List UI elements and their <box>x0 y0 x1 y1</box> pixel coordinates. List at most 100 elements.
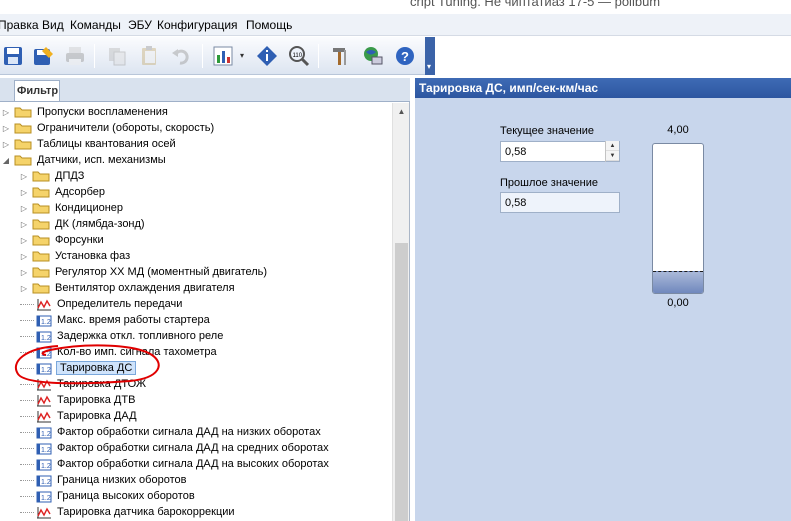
folder-icon <box>32 283 50 294</box>
diamond-info-icon[interactable] <box>254 43 280 69</box>
search-zoom-icon[interactable]: 110 <box>286 43 312 69</box>
folder-icon <box>32 235 50 246</box>
expand-arrow-icon[interactable]: ▷ <box>20 284 28 293</box>
tools-icon[interactable] <box>328 43 354 69</box>
value-table-icon: 1.2 <box>36 491 52 502</box>
previous-value-text: 0,58 <box>505 197 527 209</box>
toolbar: ▾ 110 ? ▾ <box>0 37 435 75</box>
tree-item[interactable]: Тарировка ДТОЖ <box>20 376 147 392</box>
tree-item[interactable]: 1.2 Тарировка ДС <box>20 360 137 376</box>
tree-item-label: Ограничители (обороты, скорость) <box>37 122 215 134</box>
tree-item[interactable]: 1.2 Граница низких оборотов <box>20 472 187 488</box>
collapse-arrow-icon[interactable]: ◢ <box>2 156 10 165</box>
tree-folder[interactable]: ▷ ДПДЗ <box>20 168 85 184</box>
tree-item[interactable]: 1.2 Кол-во имп. сигнала тахометра <box>20 344 218 360</box>
menu-ecu[interactable]: ЭБУ <box>128 18 152 32</box>
scroll-thumb[interactable] <box>395 243 408 521</box>
scroll-up-arrow[interactable]: ▲ <box>393 103 410 120</box>
tree-item-label: Задержка откл. топливного реле <box>57 330 224 342</box>
menu-edit[interactable]: Правка <box>0 18 39 32</box>
tree-folder[interactable]: ▷ Кондиционер <box>20 200 124 216</box>
expand-arrow-icon[interactable]: ▷ <box>2 124 10 133</box>
toolbar-overflow-button[interactable]: ▾ <box>425 37 435 75</box>
copy-icon[interactable] <box>104 43 130 69</box>
tree-item-label: Фактор обработки сигнала ДАД на высоких … <box>57 458 329 470</box>
save-as-icon[interactable] <box>30 43 56 69</box>
value-table-icon: 1.2 <box>36 459 52 470</box>
tree-folder[interactable]: ▷ Установка фаз <box>20 248 131 264</box>
tree-folder[interactable]: ▷ Ограничители (обороты, скорость) <box>2 120 215 136</box>
current-value-input[interactable]: 0,58 ▲ ▼ <box>500 141 620 162</box>
expand-arrow-icon[interactable]: ▷ <box>20 252 28 261</box>
tree-item[interactable]: Определитель передачи <box>20 296 183 312</box>
tree-item-label: Фактор обработки сигнала ДАД на низких о… <box>57 426 321 438</box>
tree-item[interactable]: Тарировка ДТВ <box>20 392 136 408</box>
menu-view[interactable]: Вид <box>42 18 64 32</box>
spin-down-icon[interactable]: ▼ <box>606 151 619 161</box>
curve-table-icon <box>37 378 51 390</box>
vertical-scrollbar[interactable]: ▲ <box>392 103 409 521</box>
menu-commands[interactable]: Команды <box>70 18 121 32</box>
spin-up-icon[interactable]: ▲ <box>606 141 619 151</box>
menu-help[interactable]: Помощь <box>246 18 292 32</box>
tree-item[interactable]: 1.2 Граница высоких оборотов <box>20 488 196 504</box>
value-table-icon: 1.2 <box>36 475 52 486</box>
help-icon[interactable]: ? <box>392 43 418 69</box>
tree-folder[interactable]: ▷ ДК (лямбда-зонд) <box>20 216 146 232</box>
expand-arrow-icon[interactable]: ▷ <box>20 188 28 197</box>
tree-item-label: Граница высоких оборотов <box>57 490 195 502</box>
tree-folder[interactable]: ▷ Форсунки <box>20 232 105 248</box>
save-icon[interactable] <box>0 43 26 69</box>
expand-arrow-icon[interactable]: ▷ <box>20 172 28 181</box>
curve-table-icon <box>37 298 51 310</box>
expand-arrow-icon[interactable]: ▷ <box>20 204 28 213</box>
tree-item[interactable]: 1.2 Фактор обработки сигнала ДАД на средн… <box>20 440 330 456</box>
tree-folder[interactable]: ◢ Датчики, исп. механизмы <box>2 152 167 168</box>
tree-item-label: Датчики, исп. механизмы <box>37 154 166 166</box>
toolbar-separator <box>318 44 319 68</box>
tree-folder[interactable]: ▷ Пропуски воспламенения <box>2 104 169 120</box>
tree-folder[interactable]: ▷ Регулятор ХХ МД (моментный двигатель) <box>20 264 268 280</box>
tree-item[interactable]: 1.2 Задержка откл. топливного реле <box>20 328 224 344</box>
tab-filter[interactable]: Фильтр <box>14 80 60 101</box>
value-table-icon: 1.2 <box>36 443 52 454</box>
svg-text:1.2: 1.2 <box>41 495 51 502</box>
tree-item[interactable]: 1.2 Фактор обработки сигнала ДАД на низки… <box>20 424 322 440</box>
tree-folder[interactable]: ▷ Вентилятор охлаждения двигателя <box>20 280 236 296</box>
tree-item[interactable]: Тарировка ДАД <box>20 408 138 424</box>
tree-item[interactable]: 1.2 Макс. время работы стартера <box>20 312 211 328</box>
chart-icon[interactable] <box>210 43 236 69</box>
tree-item-label: Граница низких оборотов <box>57 474 187 486</box>
value-table-icon: 1.2 <box>36 347 52 358</box>
tree-item-label: Вентилятор охлаждения двигателя <box>55 282 235 294</box>
chevron-down-icon[interactable]: ▾ <box>240 51 248 60</box>
network-icon[interactable] <box>360 43 386 69</box>
expand-arrow-icon[interactable]: ▷ <box>20 220 28 229</box>
undo-icon[interactable] <box>168 43 194 69</box>
tree-item-label: Пропуски воспламенения <box>37 106 168 118</box>
tree-connector <box>20 351 34 353</box>
menu-configuration[interactable]: Конфигурация <box>157 18 238 32</box>
tree-connector <box>20 335 34 337</box>
tree-folder[interactable]: ▷ Таблицы квантования осей <box>2 136 177 152</box>
tree-folder[interactable]: ▷ Адсорбер <box>20 184 106 200</box>
svg-text:1.2: 1.2 <box>41 367 51 374</box>
tree-item-label: Тарировка ДС <box>56 361 137 375</box>
tree-item[interactable]: 1.2 Фактор обработки сигнала ДАД на высок… <box>20 456 330 472</box>
current-value-spinner[interactable]: ▲ ▼ <box>605 141 619 162</box>
print-icon[interactable] <box>62 43 88 69</box>
expand-arrow-icon[interactable]: ▷ <box>2 140 10 149</box>
tree-connector <box>20 495 34 497</box>
expand-arrow-icon[interactable]: ▷ <box>2 108 10 117</box>
paste-icon[interactable] <box>136 43 162 69</box>
expand-arrow-icon[interactable]: ▷ <box>20 236 28 245</box>
svg-text:110: 110 <box>293 53 303 59</box>
tree-item-label: ДК (лямбда-зонд) <box>55 218 145 230</box>
tree-item[interactable]: Тарировка датчика барокоррекции <box>20 504 236 520</box>
tree-item-label: Адсорбер <box>55 186 106 198</box>
folder-icon <box>32 203 50 214</box>
tree-connector <box>20 383 34 385</box>
expand-arrow-icon[interactable]: ▷ <box>20 268 28 277</box>
menu-bar: Правка Вид Команды ЭБУ Конфигурация Помо… <box>0 14 791 36</box>
tree-connector <box>20 511 34 513</box>
